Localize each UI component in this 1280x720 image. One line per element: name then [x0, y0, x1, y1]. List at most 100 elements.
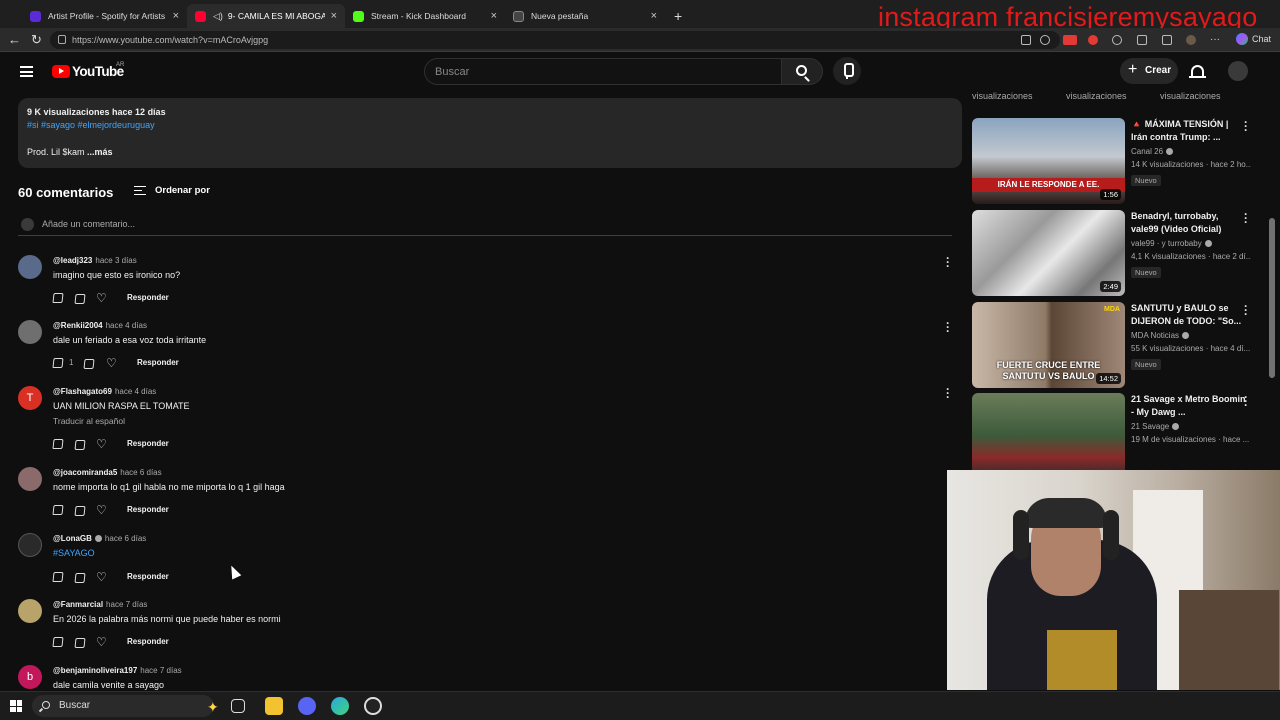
comment-time[interactable]: hace 7 días	[106, 600, 147, 609]
more-options-icon[interactable]: · · ·	[946, 317, 950, 337]
channel-name[interactable]: vale99 · y turrobaby	[1131, 239, 1212, 248]
comment-author[interactable]: @Fanmarcial	[53, 600, 103, 609]
like-icon[interactable]	[52, 572, 64, 582]
file-explorer-icon[interactable]	[265, 697, 283, 715]
like-icon[interactable]	[52, 505, 64, 515]
search-button[interactable]	[781, 58, 823, 85]
reply-button[interactable]: Responder	[127, 439, 169, 448]
more-options-icon[interactable]: · · ·	[1244, 208, 1248, 228]
comment-time[interactable]: hace 4 días	[106, 321, 147, 330]
video-title[interactable]: 21 Savage x Metro Boomin - My Dawg ...	[1131, 393, 1246, 418]
video-thumbnail[interactable]	[972, 393, 1125, 470]
add-comment-field[interactable]: Añade un comentario...	[18, 216, 952, 236]
video-title[interactable]: Benadryl, turrobaby, vale99 (Video Ofici…	[1131, 210, 1246, 235]
comment-author[interactable]: @Renkii2004	[53, 321, 103, 330]
heart-icon[interactable]: ♡	[96, 504, 107, 516]
like-icon[interactable]	[52, 358, 64, 368]
reload-icon[interactable]: ↻	[31, 31, 42, 49]
copilot-chat-button[interactable]: Chat	[1236, 33, 1271, 45]
speaker-icon[interactable]: ◁)	[213, 11, 223, 22]
avatar[interactable]: T	[18, 386, 42, 410]
browser-tab-kick[interactable]: Stream - Kick Dashboard ×	[345, 4, 505, 28]
site-info-icon[interactable]	[58, 35, 66, 44]
reply-button[interactable]: Responder	[127, 293, 169, 302]
split-screen-icon[interactable]	[1137, 35, 1147, 45]
reply-button[interactable]: Responder	[137, 358, 179, 367]
like-icon[interactable]	[52, 637, 64, 647]
browser-tab-new[interactable]: Nueva pestaña ×	[505, 4, 665, 28]
more-options-icon[interactable]: · · ·	[1244, 300, 1248, 320]
channel-name[interactable]: MDA Noticias	[1131, 331, 1190, 340]
browser-tab-spotify[interactable]: Artist Profile - Spotify for Artists ×	[22, 4, 187, 28]
avatar[interactable]	[18, 533, 42, 557]
dislike-icon[interactable]	[74, 294, 86, 304]
comment-hashtag-link[interactable]: #SAYAGO	[53, 548, 95, 558]
reply-button[interactable]: Responder	[127, 637, 169, 646]
comment-time[interactable]: hace 6 días	[120, 468, 161, 477]
comment-author[interactable]: @benjaminoliveira197	[53, 666, 137, 675]
avatar[interactable]: b	[18, 665, 42, 689]
comment-author[interactable]: @leadj323	[53, 256, 92, 265]
recommended-video[interactable]: IRÁN LE RESPONDE A EE. 1:56 🔺 MÁXIMA TEN…	[972, 116, 1257, 204]
task-view-icon[interactable]	[231, 699, 245, 713]
dislike-icon[interactable]	[74, 638, 86, 648]
menu-icon[interactable]	[20, 66, 33, 77]
youtube-logo-icon[interactable]	[52, 65, 70, 78]
heart-icon[interactable]: ♡	[96, 438, 107, 450]
video-title[interactable]: SANTUTU y BAULO se DIJERON de TODO: "So.…	[1131, 302, 1246, 327]
video-title[interactable]: 🔺 MÁXIMA TENSIÓN | Irán contra Trump: ..…	[1131, 118, 1246, 143]
windows-start-icon[interactable]	[10, 700, 22, 712]
extension-icon[interactable]	[1088, 35, 1098, 45]
voice-search-button[interactable]	[833, 57, 861, 85]
comment-time[interactable]: hace 7 días	[140, 666, 181, 675]
search-input[interactable]: Buscar	[424, 58, 782, 85]
more-menu-icon[interactable]: ···	[1210, 31, 1220, 49]
sort-button[interactable]: Ordenar por	[134, 184, 210, 198]
dislike-icon[interactable]	[74, 573, 86, 583]
url-field[interactable]: https://www.youtube.com/watch?v=mACroAvj…	[50, 31, 1060, 49]
comment-time[interactable]: hace 3 días	[95, 256, 136, 265]
comment-time[interactable]: hace 4 días	[115, 387, 156, 396]
adblock-icon[interactable]	[1063, 35, 1077, 45]
comment-time[interactable]: hace 6 días	[105, 534, 146, 543]
browser-tab-youtube[interactable]: ◁) 9- CAMILA ES MI ABOGADA ×	[187, 4, 345, 28]
avatar[interactable]	[1228, 61, 1248, 81]
show-more-link[interactable]: ...más	[87, 147, 113, 157]
more-options-icon[interactable]: · · ·	[1244, 393, 1248, 411]
more-options-icon[interactable]: · · ·	[946, 383, 950, 403]
translate-link[interactable]: Traducir al español	[53, 416, 125, 426]
more-options-icon[interactable]: · · ·	[1244, 116, 1248, 136]
avatar[interactable]	[18, 599, 42, 623]
profile-icon[interactable]	[1186, 35, 1196, 45]
more-options-icon[interactable]: · · ·	[946, 252, 950, 272]
sidebar-scrollbar[interactable]	[1269, 218, 1275, 378]
obs-icon[interactable]	[364, 697, 382, 715]
heart-icon[interactable]: ♡	[96, 292, 107, 304]
heart-icon[interactable]: ♡	[106, 357, 117, 369]
hashtags[interactable]: #si #sayago #elmejordeuruguay	[27, 119, 953, 132]
dislike-icon[interactable]	[83, 359, 95, 369]
like-icon[interactable]	[52, 439, 64, 449]
close-tab-icon[interactable]: ×	[173, 10, 179, 22]
channel-name[interactable]: Canal 26	[1131, 147, 1174, 156]
dislike-icon[interactable]	[74, 506, 86, 516]
video-thumbnail[interactable]: IRÁN LE RESPONDE A EE. 1:56	[972, 118, 1125, 204]
avatar[interactable]	[18, 255, 42, 279]
channel-name[interactable]: 21 Savage	[1131, 422, 1180, 431]
video-thumbnail[interactable]: 2:49	[972, 210, 1125, 296]
new-tab-button[interactable]: +	[666, 4, 690, 28]
avatar[interactable]	[18, 467, 42, 491]
avatar[interactable]	[18, 320, 42, 344]
edge-browser-icon[interactable]	[331, 697, 349, 715]
comment-author[interactable]: @Flashagato69	[53, 387, 112, 396]
favorite-star-icon[interactable]	[1040, 35, 1050, 45]
discord-icon[interactable]	[298, 697, 316, 715]
recommended-video[interactable]: 21 Savage x Metro Boomin - My Dawg ... 2…	[972, 393, 1257, 470]
heart-icon[interactable]: ♡	[96, 571, 107, 583]
favorites-icon[interactable]	[1162, 35, 1172, 45]
taskbar-search[interactable]: Buscar ✦	[32, 695, 219, 717]
video-thumbnail[interactable]: MDA FUERTE CRUCE ENTRE SANTUTU VS BAULO …	[972, 302, 1125, 388]
like-icon[interactable]	[52, 293, 64, 303]
recommended-video[interactable]: 2:49 Benadryl, turrobaby, vale99 (Video …	[972, 208, 1257, 296]
back-arrow-icon[interactable]: ←	[8, 31, 21, 49]
